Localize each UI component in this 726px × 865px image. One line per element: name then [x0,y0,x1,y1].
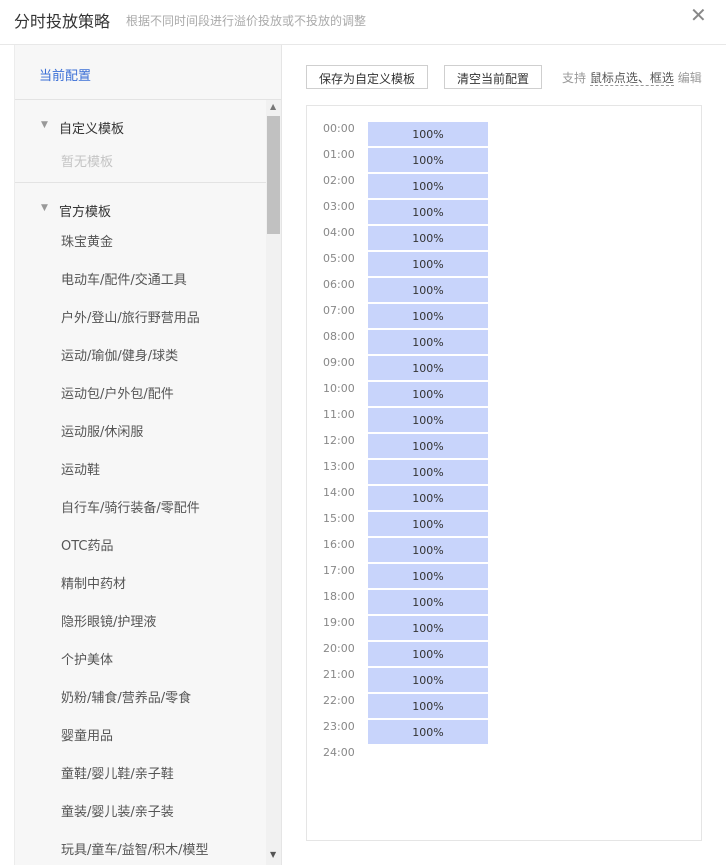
hint-prefix: 支持 [562,71,587,85]
time-label: 14:00 [323,486,355,499]
caret-down-icon: ▼ [41,203,48,213]
time-label: 00:00 [323,122,355,135]
time-slot-cell[interactable]: 100% [368,148,488,173]
time-slot-cell[interactable]: 100% [368,408,488,433]
time-label: 06:00 [323,278,355,291]
template-item[interactable]: 珠宝黄金 [61,231,113,250]
save-template-button[interactable]: 保存为自定义模板 [306,65,428,89]
time-slot-cell[interactable]: 100% [368,330,488,355]
scroll-down-icon[interactable]: ▼ [270,850,276,859]
time-slot-cell[interactable]: 100% [368,200,488,225]
template-item[interactable]: 婴童用品 [61,725,113,744]
time-slot-cell[interactable]: 100% [368,174,488,199]
hint-emphasis: 鼠标点选、框选 [589,71,674,86]
time-label: 13:00 [323,460,355,473]
time-label: 23:00 [323,720,355,733]
time-slot-cell[interactable]: 100% [368,304,488,329]
dialog-header: 分时投放策略 根据不同时间段进行溢价投放或不投放的调整 ✕ [0,0,726,45]
template-item[interactable]: 运动服/休闲服 [61,421,143,440]
template-item[interactable]: 运动包/户外包/配件 [61,383,174,402]
time-label: 16:00 [323,538,355,551]
time-label: 19:00 [323,616,355,629]
template-item[interactable]: 奶粉/辅食/营养品/零食 [61,687,191,706]
time-label: 04:00 [323,226,355,239]
template-item[interactable]: 自行车/骑行装备/零配件 [61,497,200,516]
time-label: 17:00 [323,564,355,577]
time-slot-cell[interactable]: 100% [368,720,488,745]
official-template-group[interactable]: ▼ 官方模板 [15,198,266,222]
template-item[interactable]: 玩具/童车/益智/积木/模型 [61,839,209,858]
template-item[interactable]: 隐形眼镜/护理液 [61,611,156,630]
time-slot-cell[interactable]: 100% [368,616,488,641]
sidebar-scrollbar[interactable]: ▲ ▼ [266,100,281,865]
official-template-label: 官方模板 [59,205,112,220]
time-label: 10:00 [323,382,355,395]
time-slot-cell[interactable]: 100% [368,278,488,303]
time-label: 11:00 [323,408,355,421]
time-label: 12:00 [323,434,355,447]
time-label: 07:00 [323,304,355,317]
time-slot-cell[interactable]: 100% [368,642,488,667]
edit-hint: 支持 鼠标点选、框选 编辑 [562,69,702,86]
clear-config-button[interactable]: 清空当前配置 [444,65,542,89]
time-slot-cell[interactable]: 100% [368,226,488,251]
template-item[interactable]: 精制中药材 [61,573,126,592]
hint-suffix: 编辑 [677,71,702,85]
time-slot-cell[interactable]: 100% [368,694,488,719]
time-label: 22:00 [323,694,355,707]
no-template-text: 暂无模板 [61,155,114,170]
time-label: 01:00 [323,148,355,161]
template-item[interactable]: 运动/瑜伽/健身/球类 [61,345,178,364]
time-slot-cell[interactable]: 100% [368,382,488,407]
scrollbar-thumb[interactable] [267,116,280,234]
custom-template-group[interactable]: ▼ 自定义模板 [15,115,266,139]
close-icon[interactable]: ✕ [690,5,707,25]
template-item[interactable]: 童装/婴儿装/亲子装 [61,801,174,820]
time-slot-cell[interactable]: 100% [368,434,488,459]
current-config-label: 当前配置 [39,69,92,84]
time-slot-cell[interactable]: 100% [368,512,488,537]
time-label: 24:00 [323,746,355,759]
dialog-title: 分时投放策略 [14,12,111,31]
current-config-item[interactable]: 当前配置 [15,45,281,100]
time-label: 02:00 [323,174,355,187]
time-label: 09:00 [323,356,355,369]
time-slot-cell[interactable]: 100% [368,486,488,511]
custom-template-label: 自定义模板 [59,122,125,137]
scroll-up-icon[interactable]: ▲ [270,102,276,111]
caret-down-icon: ▼ [41,120,48,130]
dialog-subtitle: 根据不同时间段进行溢价投放或不投放的调整 [126,14,367,28]
template-item[interactable]: 户外/登山/旅行野营用品 [61,307,200,326]
time-slot-cell[interactable]: 100% [368,668,488,693]
time-label: 20:00 [323,642,355,655]
time-slot-cell[interactable]: 100% [368,538,488,563]
template-sidebar: 当前配置 ▼ 自定义模板 暂无模板 ▼ 官方模板 珠宝黄金电动车/配件/交通工具… [14,45,282,865]
time-slot-cell[interactable]: 100% [368,122,488,147]
schedule-panel: 00:00 01:00 02:00 03:00 04:00 05:00 06:00 07:00… [306,105,702,841]
time-label: 21:00 [323,668,355,681]
template-item[interactable]: 电动车/配件/交通工具 [61,269,187,288]
time-slot-cell[interactable]: 100% [368,590,488,615]
time-slot-cell[interactable]: 100% [368,564,488,589]
time-label: 05:00 [323,252,355,265]
time-label: 18:00 [323,590,355,603]
template-list: ▼ 自定义模板 暂无模板 ▼ 官方模板 珠宝黄金电动车/配件/交通工具 户外/登山… [15,100,266,865]
time-label: 15:00 [323,512,355,525]
time-slot-cell[interactable]: 100% [368,460,488,485]
time-label: 03:00 [323,200,355,213]
time-slot-cell[interactable]: 100% [368,356,488,381]
template-item[interactable]: OTC药品 [61,535,114,554]
template-item[interactable]: 童鞋/婴儿鞋/亲子鞋 [61,763,174,782]
template-item[interactable]: 个护美体 [61,649,113,668]
template-item[interactable]: 运动鞋 [61,459,100,478]
group-divider [15,182,266,183]
time-label: 08:00 [323,330,355,343]
time-slot-cell[interactable]: 100% [368,252,488,277]
